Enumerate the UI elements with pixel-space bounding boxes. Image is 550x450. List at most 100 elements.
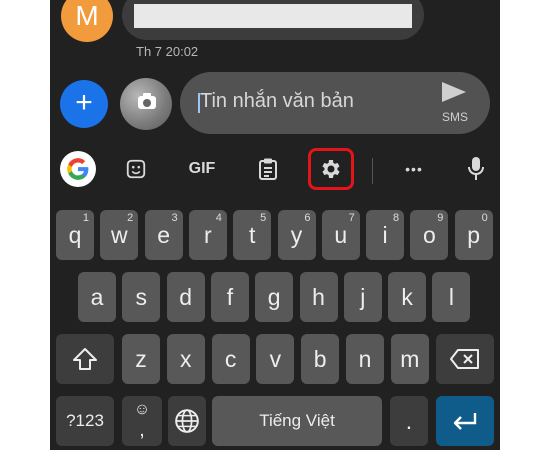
sticker-icon (126, 159, 146, 179)
key-e[interactable]: e3 (144, 210, 183, 260)
emoji-icon: ☺ (133, 401, 151, 418)
key-label: d (179, 283, 192, 310)
space-key[interactable]: Tiếng Việt (212, 396, 382, 446)
key-j[interactable]: j (343, 272, 382, 322)
key-s[interactable]: s (122, 272, 161, 322)
key-m[interactable]: m (390, 334, 429, 384)
key-label: u (334, 221, 348, 248)
enter-key[interactable] (436, 396, 494, 446)
keyboard-toolbar: GIF ••• (50, 142, 500, 196)
key-label: l (448, 283, 454, 310)
key-v[interactable]: v (256, 334, 295, 384)
camera-gallery-button[interactable] (120, 78, 172, 130)
key-f[interactable]: f (210, 272, 249, 322)
send-type-label: SMS (441, 110, 468, 124)
gif-button[interactable]: GIF (178, 142, 226, 196)
clipboard-button[interactable] (244, 142, 292, 196)
key-label: t (248, 221, 256, 248)
key-number-hint: 2 (127, 212, 134, 224)
clipboard-icon (259, 158, 277, 180)
key-d[interactable]: d (166, 272, 205, 322)
key-label: w (110, 221, 128, 248)
key-number-hint: 6 (304, 212, 311, 224)
plus-icon: + (75, 86, 93, 119)
contact-initial: M (75, 0, 99, 31)
key-label: o (422, 221, 436, 248)
key-number-hint: 1 (82, 212, 89, 224)
key-b[interactable]: b (301, 334, 340, 384)
key-number-hint: 7 (348, 212, 355, 224)
key-label: f (226, 283, 234, 310)
contact-avatar[interactable]: M (61, 0, 113, 42)
google-button[interactable] (58, 142, 98, 196)
enter-icon (453, 413, 477, 430)
key-label: b (313, 345, 327, 372)
period-key[interactable]: . (390, 396, 428, 446)
key-k[interactable]: k (388, 272, 427, 322)
key-label: m (400, 345, 420, 372)
message-timestamp: Th 7 20:02 (136, 44, 199, 59)
symbols-key[interactable]: ?123 (56, 396, 114, 446)
key-label: r (204, 221, 212, 248)
key-w[interactable]: w2 (100, 210, 139, 260)
key-label: k (401, 283, 413, 310)
key-label: c (224, 345, 237, 372)
toolbar-divider (372, 158, 373, 184)
key-label: a (90, 283, 104, 310)
comma-label: , (139, 419, 145, 441)
backspace-key[interactable] (436, 334, 494, 384)
on-screen-keyboard: GIF ••• ?123 ☺ , Tiếng Việt . q 1 w 2 e … (50, 142, 500, 450)
redacted-message-text (134, 4, 412, 28)
key-i[interactable]: i8 (366, 210, 405, 260)
key-l[interactable]: l (432, 272, 471, 322)
key-x[interactable]: x (166, 334, 205, 384)
key-n[interactable]: n (346, 334, 384, 384)
shift-key[interactable] (56, 334, 114, 384)
key-label: q (68, 221, 82, 248)
message-input[interactable]: Tin nhắn văn bản SMS (180, 72, 490, 134)
send-icon[interactable] (442, 82, 466, 102)
gif-label: GIF (188, 160, 216, 177)
shift-icon (73, 348, 97, 370)
backspace-icon (450, 349, 479, 369)
key-number-hint: 9 (437, 212, 444, 224)
more-icon: ••• (405, 161, 423, 177)
key-o[interactable]: o9 (410, 210, 449, 260)
settings-highlight-box (308, 148, 354, 190)
key-y[interactable]: y6 (277, 210, 316, 260)
key-p[interactable]: p0 (454, 210, 493, 260)
key-number-hint: 3 (171, 212, 178, 224)
microphone-icon (468, 157, 484, 180)
key-g[interactable]: g (255, 272, 294, 322)
key-c[interactable]: c (211, 334, 250, 384)
key-label: x (180, 345, 192, 372)
language-key[interactable] (168, 396, 206, 446)
key-label: i (382, 221, 388, 248)
key-label: g (267, 283, 281, 310)
key-number-hint: 8 (392, 212, 400, 224)
key-r[interactable]: r4 (188, 210, 227, 260)
key-number-hint: 0 (481, 212, 488, 224)
more-button[interactable]: ••• (390, 142, 438, 196)
phone-screen: M Th 7 20:02 + Tin nhắn văn bản SMS GIF … (50, 0, 500, 450)
sticker-button[interactable] (112, 142, 160, 196)
emoji-comma-key[interactable]: ☺ , (122, 396, 162, 446)
add-attachment-button[interactable]: + (60, 80, 108, 128)
key-u[interactable]: u7 (321, 210, 360, 260)
voice-input-button[interactable] (454, 142, 498, 196)
key-label: v (269, 345, 282, 372)
key-t[interactable]: t5 (233, 210, 272, 260)
key-h[interactable]: h (299, 272, 338, 322)
key-label: n (358, 345, 372, 372)
key-number-hint: 5 (260, 212, 267, 224)
message-placeholder: Tin nhắn văn bản (200, 90, 354, 112)
google-icon (60, 151, 96, 187)
key-label: p (467, 221, 481, 248)
key-z[interactable]: z (122, 334, 160, 384)
key-q[interactable]: q1 (56, 210, 94, 260)
key-label: s (135, 283, 148, 310)
key-a[interactable]: a (78, 272, 116, 322)
key-label: z (135, 345, 147, 372)
key-number-hint: 4 (215, 212, 222, 224)
message-bubble[interactable] (122, 0, 424, 40)
